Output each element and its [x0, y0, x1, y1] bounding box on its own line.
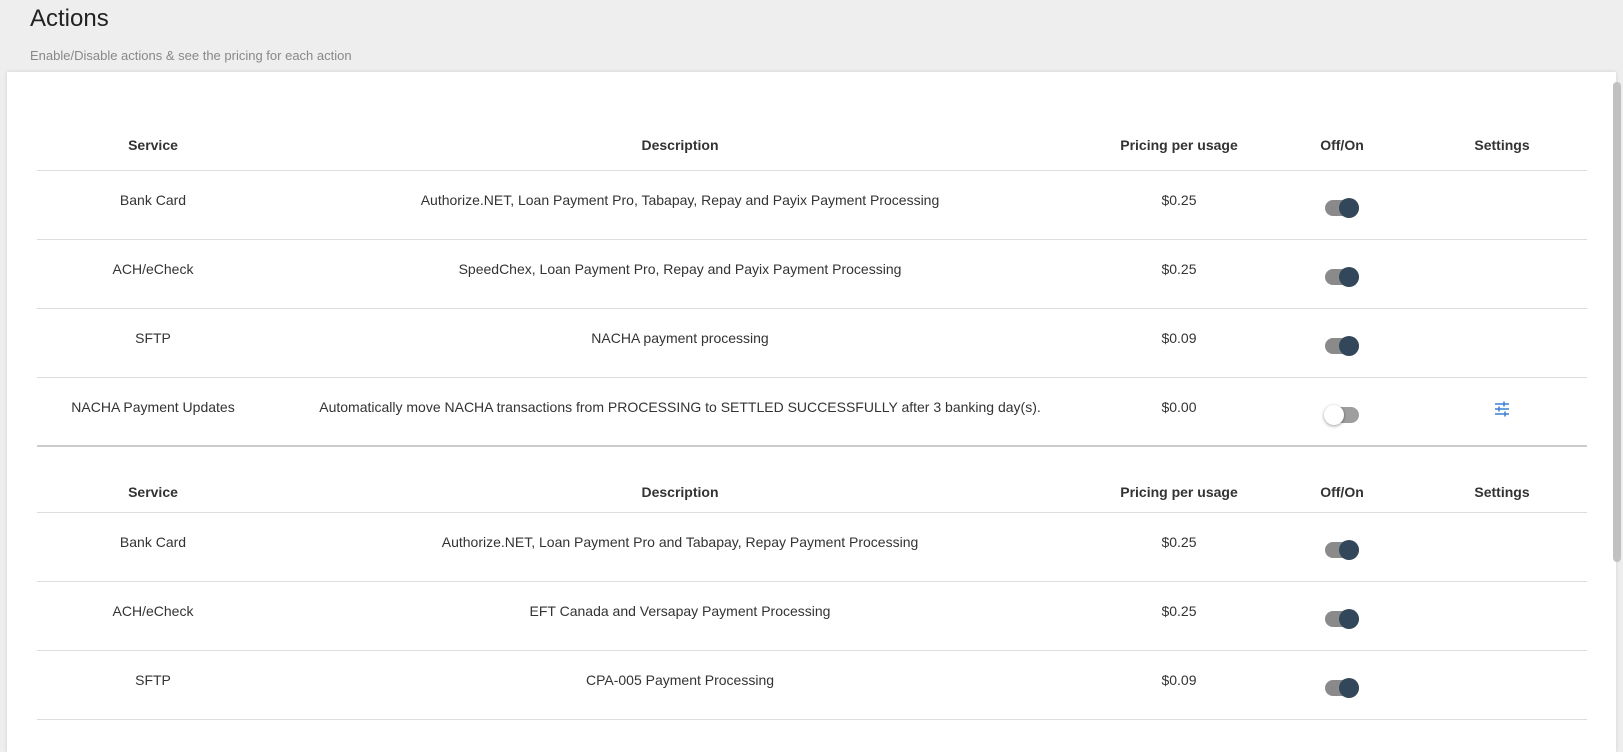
- table-row: NACHA Payment Updates Automatically move …: [37, 377, 1587, 447]
- service-name: Bank Card: [37, 512, 269, 582]
- column-header-pricing: Pricing per usage: [1091, 120, 1267, 171]
- column-header-service: Service: [37, 472, 269, 513]
- table-header-row: Service Description Pricing per usage Of…: [37, 472, 1587, 513]
- table-row: ACH/eCheck SpeedChex, Loan Payment Pro, R…: [37, 239, 1587, 309]
- service-description: EFT Canada and Versapay Payment Processi…: [269, 581, 1091, 651]
- vertical-scrollbar[interactable]: [1613, 82, 1621, 562]
- table-row: SFTP NACHA payment processing $0.09: [37, 308, 1587, 378]
- toggle-cell: [1267, 239, 1417, 309]
- actions-table-2: Service Description Pricing per usage Of…: [37, 472, 1587, 720]
- service-description: SpeedChex, Loan Payment Pro, Repay and P…: [269, 239, 1091, 309]
- actions-card: Service Description Pricing per usage Of…: [7, 72, 1616, 752]
- toggle-cell: [1267, 512, 1417, 582]
- page-header: Actions Enable/Disable actions & see the…: [0, 0, 1623, 72]
- enable-toggle[interactable]: [1324, 404, 1359, 425]
- enable-toggle[interactable]: [1325, 197, 1359, 218]
- column-header-toggle: Off/On: [1267, 472, 1417, 513]
- settings-cell: [1417, 239, 1587, 309]
- column-header-settings: Settings: [1417, 120, 1587, 171]
- service-description: Automatically move NACHA transactions fr…: [269, 377, 1091, 447]
- service-name: SFTP: [37, 308, 269, 378]
- toggle-cell: [1267, 650, 1417, 720]
- service-name: NACHA Payment Updates: [37, 377, 269, 447]
- toggle-cell: [1267, 170, 1417, 240]
- settings-cell: [1417, 581, 1587, 651]
- settings-cell: [1417, 377, 1587, 447]
- column-header-description: Description: [269, 472, 1091, 513]
- service-price: $0.25: [1091, 581, 1267, 651]
- service-price: $0.25: [1091, 170, 1267, 240]
- enable-toggle[interactable]: [1325, 677, 1359, 698]
- actions-table-1: Service Description Pricing per usage Of…: [37, 120, 1587, 447]
- table-row: Bank Card Authorize.NET, Loan Payment Pro…: [37, 170, 1587, 240]
- service-price: $0.25: [1091, 512, 1267, 582]
- service-price: $0.25: [1091, 239, 1267, 309]
- column-header-service: Service: [37, 120, 269, 171]
- settings-cell: [1417, 512, 1587, 582]
- column-header-description: Description: [269, 120, 1091, 171]
- service-description: CPA-005 Payment Processing: [269, 650, 1091, 720]
- service-description: NACHA payment processing: [269, 308, 1091, 378]
- service-price: $0.09: [1091, 308, 1267, 378]
- service-name: ACH/eCheck: [37, 581, 269, 651]
- column-header-settings: Settings: [1417, 472, 1587, 513]
- toggle-cell: [1267, 377, 1417, 447]
- enable-toggle[interactable]: [1325, 539, 1359, 560]
- enable-toggle[interactable]: [1325, 266, 1359, 287]
- table-row: ACH/eCheck EFT Canada and Versapay Paymen…: [37, 581, 1587, 651]
- toggle-cell: [1267, 308, 1417, 378]
- service-name: ACH/eCheck: [37, 239, 269, 309]
- service-name: Bank Card: [37, 170, 269, 240]
- column-header-pricing: Pricing per usage: [1091, 472, 1267, 513]
- service-price: $0.09: [1091, 650, 1267, 720]
- service-price: $0.00: [1091, 377, 1267, 447]
- settings-cell: [1417, 170, 1587, 240]
- sliders-icon[interactable]: [1494, 401, 1510, 420]
- settings-cell: [1417, 308, 1587, 378]
- table-row: Bank Card Authorize.NET, Loan Payment Pro…: [37, 512, 1587, 582]
- service-description: Authorize.NET, Loan Payment Pro and Taba…: [269, 512, 1091, 582]
- column-header-toggle: Off/On: [1267, 120, 1417, 171]
- service-description: Authorize.NET, Loan Payment Pro, Tabapay…: [269, 170, 1091, 240]
- page-title: Actions: [30, 5, 109, 32]
- table-header-row: Service Description Pricing per usage Of…: [37, 120, 1587, 171]
- table-row: SFTP CPA-005 Payment Processing $0.09: [37, 650, 1587, 720]
- toggle-cell: [1267, 581, 1417, 651]
- service-name: SFTP: [37, 650, 269, 720]
- enable-toggle[interactable]: [1325, 335, 1359, 356]
- page-subtitle: Enable/Disable actions & see the pricing…: [30, 48, 352, 63]
- settings-cell: [1417, 650, 1587, 720]
- enable-toggle[interactable]: [1325, 608, 1359, 629]
